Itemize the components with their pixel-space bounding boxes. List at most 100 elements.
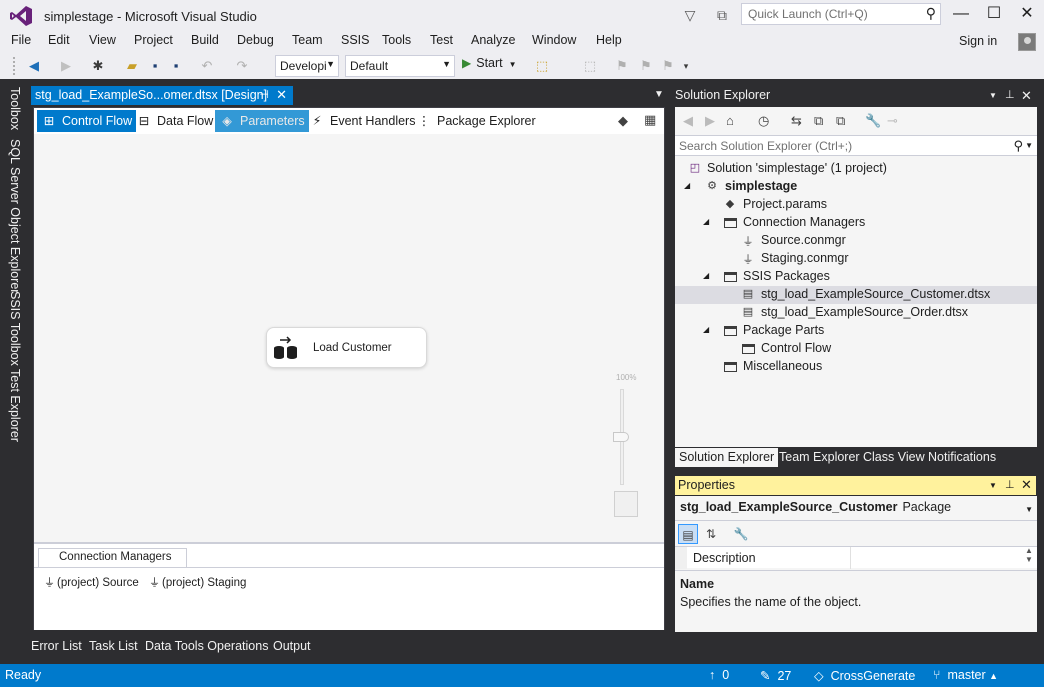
tree-item-control-flow[interactable]: Control Flow	[675, 340, 1037, 358]
bookmark-next-icon[interactable]: ⚑	[636, 56, 656, 76]
chevron-down-icon[interactable]: ▼	[1025, 505, 1033, 514]
ssis-toolbox-tab[interactable]: SSIS Toolbox	[8, 291, 22, 366]
back-icon[interactable]: ◀	[24, 56, 44, 76]
property-grid[interactable]: Description	[675, 546, 1037, 569]
properties-object-selector[interactable]: stg_load_ExampleSource_Customer Package	[680, 500, 951, 514]
home-icon[interactable]: ⌂	[726, 113, 734, 128]
tab-output[interactable]: Output	[273, 639, 311, 653]
categorized-icon[interactable]: ▤	[678, 524, 698, 544]
test-explorer-tab[interactable]: Test Explorer	[8, 369, 22, 442]
close-button[interactable]: ✕	[1010, 0, 1044, 28]
window-position-icon[interactable]: ▼	[989, 91, 997, 100]
preview-icon[interactable]: ⊸	[887, 113, 898, 129]
start-button[interactable]: ▶ Start ▼	[462, 56, 517, 76]
find-in-files-icon[interactable]: ⬚	[532, 56, 552, 76]
expanded-arrow-icon[interactable]: ◢	[703, 325, 709, 334]
bookmark-icon[interactable]: ⚑	[612, 56, 632, 76]
unpushed-commits[interactable]: ↑ 0	[709, 668, 729, 682]
save-icon[interactable]: ▪	[145, 56, 165, 76]
solution-platform-select[interactable]: Default ▼	[345, 55, 455, 77]
tab-data-tools-operations[interactable]: Data Tools Operations	[145, 639, 268, 653]
menu-project[interactable]: Project	[133, 33, 174, 47]
pin-icon[interactable]: ⊥	[1005, 478, 1015, 491]
tree-item-customer-package[interactable]: ▤ stg_load_ExampleSource_Customer.dtsx	[675, 286, 1037, 304]
sql-server-object-explorer-tab[interactable]: SQL Server Object Explorer	[8, 139, 22, 293]
window-position-icon[interactable]: ▼	[989, 481, 997, 490]
minimize-button[interactable]: —	[944, 0, 978, 28]
forward-icon[interactable]: ▶	[56, 56, 76, 76]
open-folder-icon[interactable]: ▰	[122, 56, 142, 76]
menu-test[interactable]: Test	[429, 33, 454, 47]
quick-launch-input[interactable]: Quick Launch (Ctrl+Q) ⚲	[741, 3, 941, 25]
menu-build[interactable]: Build	[190, 33, 220, 47]
tree-item-solution[interactable]: ◰ Solution 'simplestage' (1 project)	[675, 160, 1037, 178]
expanded-arrow-icon[interactable]: ◢	[684, 181, 690, 190]
bookmark-clear-icon[interactable]: ⚑	[658, 56, 678, 76]
tree-item-staging-conmgr[interactable]: ⏚ Staging.conmgr	[675, 250, 1037, 268]
back-icon[interactable]: ◀	[683, 113, 693, 129]
menu-team[interactable]: Team	[291, 33, 324, 47]
tree-item-ssis-packages[interactable]: ◢ SSIS Packages	[675, 268, 1037, 286]
toolbar-overflow-icon[interactable]: ▾	[676, 56, 696, 76]
pending-changes[interactable]: ✎ 27	[760, 668, 791, 683]
connection-item-source[interactable]: ⏚ (project) Source	[44, 574, 139, 590]
tree-item-source-conmgr[interactable]: ⏚ Source.conmgr	[675, 232, 1037, 250]
tree-item-package-parts[interactable]: ◢ Package Parts	[675, 322, 1037, 340]
close-icon[interactable]: ✕	[1021, 88, 1032, 104]
menu-ssis[interactable]: SSIS	[340, 33, 371, 47]
maximize-button[interactable]: ☐	[977, 0, 1011, 28]
layers-icon[interactable]: ◆	[618, 113, 628, 129]
pending-changes-filter-icon[interactable]: ◷	[758, 113, 769, 129]
tab-class-view[interactable]: Class View	[859, 448, 929, 467]
menu-debug[interactable]: Debug	[236, 33, 275, 47]
solution-explorer-search-input[interactable]: Search Solution Explorer (Ctrl+;) ⚲ ▼	[675, 135, 1037, 156]
tab-data-flow[interactable]: ⊟ Data Flow	[132, 110, 217, 132]
tree-item-project[interactable]: ◢ ⚙ simplestage	[675, 178, 1037, 196]
pin-icon[interactable]: ⊥	[1005, 88, 1015, 101]
avatar[interactable]	[1018, 33, 1036, 51]
connection-managers-list[interactable]: ⏚ (project) Source ⏚ (project) Staging	[34, 567, 664, 631]
show-all-files-icon[interactable]: ⧉	[836, 113, 845, 129]
properties-icon[interactable]: 🔧	[865, 113, 881, 129]
expanded-arrow-icon[interactable]: ◢	[703, 217, 709, 226]
feedback-icon[interactable]: ⧉	[713, 6, 731, 24]
load-customer-task[interactable]: Load Customer	[266, 327, 427, 368]
tab-notifications[interactable]: Notifications	[924, 448, 1000, 467]
menu-file[interactable]: File	[10, 33, 32, 47]
alphabetical-sort-icon[interactable]: ⇅	[701, 524, 721, 544]
repository-selector[interactable]: ◇ CrossGenerate	[814, 668, 915, 683]
toolbar-grip[interactable]	[12, 56, 16, 76]
property-pages-icon[interactable]: 🔧	[731, 524, 751, 544]
undo-icon[interactable]: ↶	[197, 56, 217, 76]
grid-icon[interactable]: ▦	[644, 112, 656, 128]
tab-task-list[interactable]: Task List	[89, 639, 138, 653]
tab-parameters[interactable]: ◈ Parameters	[215, 110, 309, 132]
zoom-slider-thumb[interactable]	[613, 432, 629, 442]
tree-item-miscellaneous[interactable]: Miscellaneous	[675, 358, 1037, 376]
menu-view[interactable]: View	[88, 33, 117, 47]
tab-control-flow[interactable]: ⊞ Control Flow	[37, 110, 137, 132]
new-project-icon[interactable]: ✱	[88, 56, 108, 76]
filter-icon[interactable]: ▽	[681, 6, 699, 24]
save-all-icon[interactable]: ▪	[166, 56, 186, 76]
tab-team-explorer[interactable]: Team Explorer	[775, 448, 864, 467]
connection-item-staging[interactable]: ⏚ (project) Staging	[149, 574, 246, 590]
tab-event-handlers[interactable]: ⚡ Event Handlers	[305, 110, 419, 132]
sign-in-link[interactable]: Sign in	[959, 34, 997, 48]
tab-package-explorer[interactable]: ⋮ Package Explorer	[412, 110, 540, 132]
menu-help[interactable]: Help	[595, 33, 623, 47]
close-icon[interactable]: ✕	[1021, 477, 1032, 493]
menu-tools[interactable]: Tools	[381, 33, 412, 47]
tree-item-project-params[interactable]: ◆ Project.params	[675, 196, 1037, 214]
toolbox-tab[interactable]: Toolbox	[8, 87, 22, 130]
document-overflow-icon[interactable]: ▼	[654, 89, 664, 100]
comment-icon[interactable]: ⬚	[580, 56, 600, 76]
tab-solution-explorer[interactable]: Solution Explorer	[675, 448, 779, 467]
redo-icon[interactable]: ↷	[232, 56, 252, 76]
expanded-arrow-icon[interactable]: ◢	[703, 271, 709, 280]
pin-icon[interactable]: ⊣	[259, 88, 269, 101]
property-grid-scrollbar[interactable]: ▲ ▼	[1021, 546, 1037, 570]
zoom-to-fit-button[interactable]	[614, 491, 638, 517]
document-tab[interactable]: stg_load_ExampleSo...omer.dtsx [Design] …	[31, 86, 293, 105]
tree-item-order-package[interactable]: ▤ stg_load_ExampleSource_Order.dtsx	[675, 304, 1037, 322]
